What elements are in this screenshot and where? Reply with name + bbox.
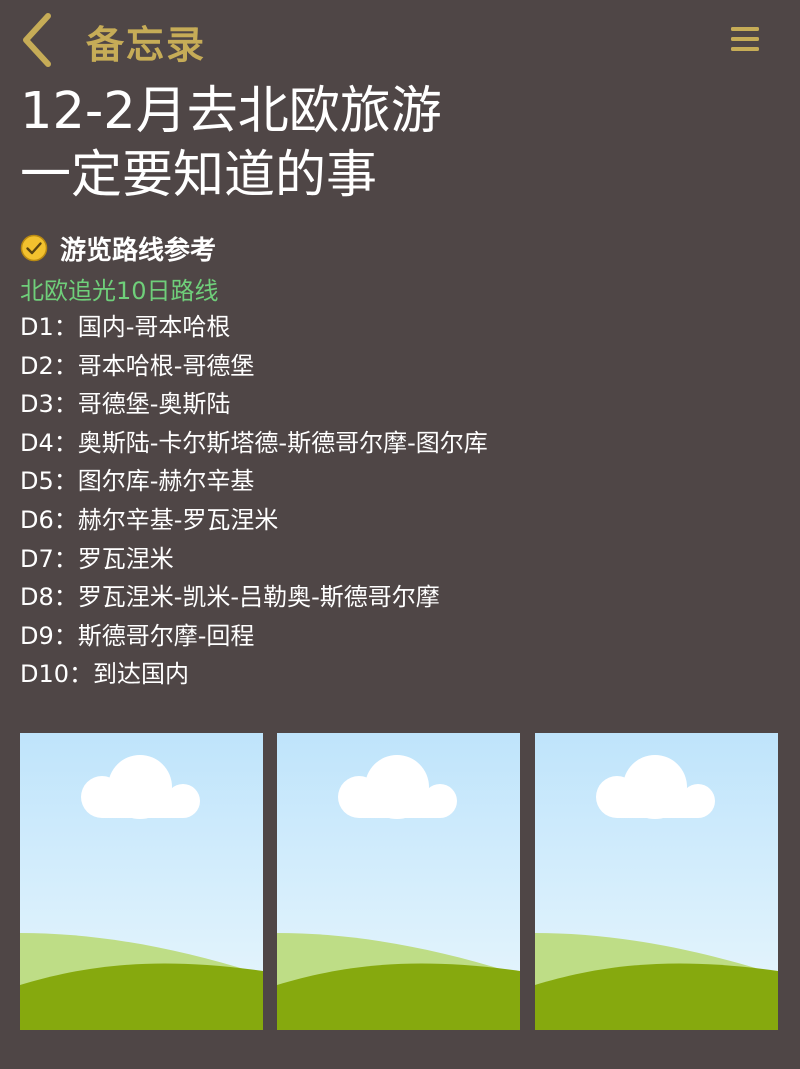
- photo-thumbnail-1[interactable]: [20, 733, 263, 1030]
- menu-button[interactable]: [728, 22, 762, 56]
- itinerary-item: D4：奥斯陆-卡尔斯塔德-斯德哥尔摩-图尔库: [20, 428, 488, 457]
- nav-title: 备忘录: [86, 23, 207, 67]
- back-button[interactable]: [16, 10, 62, 70]
- chevron-left-icon: [23, 13, 51, 67]
- route-title: 北欧追光10日路线: [20, 277, 219, 305]
- top-nav-bar: 备忘录: [0, 0, 800, 80]
- itinerary-item: D10：到达国内: [20, 660, 190, 689]
- photo-thumbnail-2[interactable]: [277, 733, 520, 1030]
- note-title-line-1: 12-2月去北欧旅游: [20, 82, 442, 141]
- section-header: 游览路线参考: [20, 230, 216, 266]
- itinerary-item: D1：国内-哥本哈根: [20, 313, 231, 341]
- photo-gallery: [20, 733, 778, 1030]
- itinerary-item: D7：罗瓦涅米: [20, 544, 174, 573]
- landscape-placeholder-icon: [277, 733, 520, 1030]
- photo-thumbnail-3[interactable]: [535, 733, 778, 1030]
- check-circle-icon: [20, 234, 48, 262]
- section-title: 游览路线参考: [60, 235, 217, 266]
- note-title-line-2: 一定要知道的事: [20, 146, 378, 205]
- itinerary-item: D3：哥德堡-奥斯陆: [20, 390, 231, 419]
- hamburger-menu-icon: [731, 27, 759, 51]
- itinerary-item: D8：罗瓦涅米-凯米-吕勒奥-斯德哥尔摩: [20, 583, 440, 612]
- itinerary-item: D5：图尔库-赫尔辛基: [20, 467, 255, 496]
- itinerary-item: D9：斯德哥尔摩-回程: [20, 621, 255, 650]
- landscape-placeholder-icon: [535, 733, 778, 1030]
- note-title: 12-2月去北欧旅游 一定要知道的事: [20, 80, 442, 208]
- itinerary-item: D2：哥本哈根-哥德堡: [20, 351, 255, 380]
- landscape-placeholder-icon: [20, 733, 263, 1030]
- itinerary-list: D1：国内-哥本哈根 D2：哥本哈根-哥德堡 D3：哥德堡-奥斯陆 D4：奥斯陆…: [20, 308, 488, 694]
- itinerary-item: D6：赫尔辛基-罗瓦涅米: [20, 505, 279, 534]
